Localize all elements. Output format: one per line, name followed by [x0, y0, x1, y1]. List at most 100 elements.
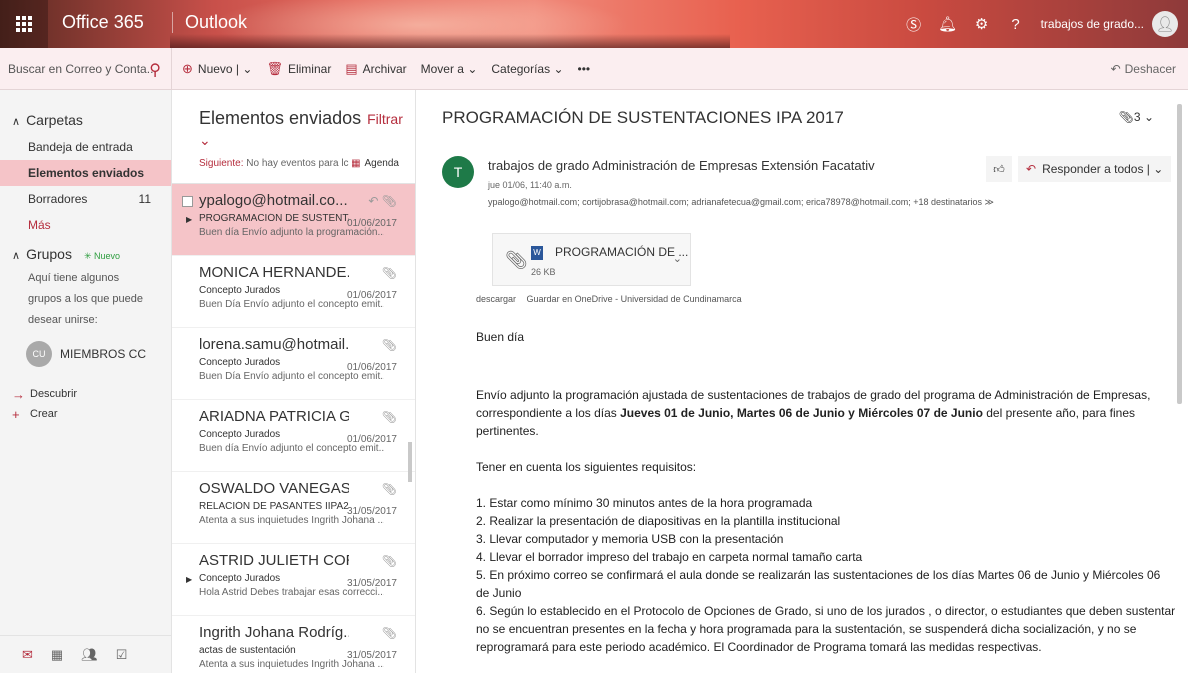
attachment-card[interactable]: 📎︎ W PROGRAMACIÓN DE ... 26 KB ⌄ — [492, 233, 691, 286]
folder-sent-items[interactable]: Elementos enviados — [0, 160, 171, 186]
search-input[interactable]: Buscar en Correo y Conta... ⚲ — [0, 48, 172, 90]
archive-button[interactable]: ▤ Archivar — [345, 61, 406, 77]
paperclip-icon: 📎︎ — [505, 250, 528, 270]
move-to-button[interactable]: Mover a ⌄ — [421, 62, 478, 76]
group-item[interactable]: CU MIEMBROS CC — [0, 331, 171, 367]
skype-icon[interactable]: Ⓢ — [897, 0, 931, 48]
reply-all-button[interactable]: ↶ Responder a todos | ⌄ — [1018, 156, 1172, 182]
delete-button[interactable]: 🗑︎ Eliminar — [266, 61, 331, 77]
more-button[interactable]: ••• — [578, 62, 591, 76]
undo-button[interactable]: ↶ Deshacer — [1111, 62, 1176, 76]
download-link[interactable]: descargar — [476, 294, 516, 304]
message-from: OSWALDO VANEGAS... — [199, 480, 349, 497]
chevron-down-icon: ⌄ — [1143, 110, 1154, 124]
list-item[interactable]: ▶ ypalogo@hotmail.co... ↶ 📎︎ PROGRAMACIÓ… — [172, 184, 415, 256]
calendar-icon[interactable]: ▦ — [51, 647, 63, 663]
message-date: 01/06/2017 — [346, 290, 397, 301]
message-subject: Concepto Jurados — [199, 357, 281, 368]
arrow-right-icon: → — [12, 386, 25, 402]
save-onedrive-link[interactable]: Guardar en OneDrive - Universidad de Cun… — [527, 294, 742, 304]
chevron-down-icon[interactable]: ⌄ — [1153, 162, 1163, 176]
message-date: 01/06/2017 — [346, 434, 397, 445]
categories-button[interactable]: Categorías ⌄ — [491, 62, 563, 76]
user-name[interactable]: trabajos de grado... — [1033, 17, 1152, 31]
module-switcher: ✉ ▦ 👥︎ ☑ — [0, 635, 172, 673]
attachment-count[interactable]: 📎︎3 ⌄ — [1119, 110, 1154, 124]
message-date: 31/05/2017 — [346, 578, 397, 589]
trash-icon: 🗑︎ — [266, 61, 283, 76]
sent-date: jue 01/06, 11:40 a.m. — [488, 180, 572, 190]
chevron-down-icon: ⌄ — [553, 62, 564, 76]
message-from: MONICA HERNANDE... — [199, 264, 349, 281]
mail-icon[interactable]: ✉ — [22, 647, 33, 663]
list-item: 1. Estar como mínimo 30 minutos antes de… — [476, 496, 813, 510]
sender-name[interactable]: trabajos de grado Administración de Empr… — [488, 158, 875, 173]
chevron-down-icon[interactable]: ⌄ — [242, 62, 252, 76]
plus-circle-icon: ⊕ — [182, 61, 193, 76]
reading-scrollbar[interactable] — [1177, 104, 1182, 404]
chevron-up-icon: ∧ — [12, 250, 21, 262]
next-label: Siguiente: — [199, 158, 244, 169]
attachment-name: PROGRAMACIÓN DE ... — [555, 245, 689, 259]
message-from: ARIADNA PATRICIA G... — [199, 408, 349, 425]
folder-drafts[interactable]: Borradores 11 — [0, 186, 171, 212]
list-scrollbar[interactable] — [408, 442, 412, 482]
list-item[interactable]: ARIADNA PATRICIA G... 📎︎ Concepto Jurado… — [172, 400, 415, 472]
reply-all-icon: ↶ — [1026, 162, 1037, 176]
attachment-size: 26 KB — [531, 267, 556, 277]
help-icon[interactable]: ? — [999, 0, 1033, 48]
calendar-icon: ▦ — [351, 158, 361, 169]
attachment-icon: 📎︎ — [381, 482, 397, 496]
like-button[interactable]: 👍︎ — [986, 156, 1012, 182]
expand-icon[interactable]: ▶ — [186, 575, 192, 584]
expand-icon[interactable]: ▶ — [186, 215, 192, 224]
app-launcher-button[interactable] — [0, 0, 48, 48]
list-item[interactable]: Ingrith Johana Rodríg... 📎︎ actas de sus… — [172, 616, 415, 673]
groups-description: Aquí tiene algunos grupos a los que pued… — [28, 272, 143, 326]
sender-avatar[interactable]: T — [442, 156, 474, 188]
header-shadow — [170, 34, 730, 48]
search-icon[interactable]: ⚲ — [149, 60, 161, 80]
list-item: 2. Realizar la presentación de diapositi… — [476, 514, 841, 528]
message-from: ypalogo@hotmail.co... — [199, 192, 348, 209]
folder-more[interactable]: Más — [0, 212, 171, 238]
requirements-list: 1. Estar como mínimo 30 minutos antes de… — [476, 494, 1176, 656]
message-date: 31/05/2017 — [346, 650, 397, 661]
tasks-icon[interactable]: ☑ — [116, 647, 128, 663]
message-from: ASTRID JULIETH COR... — [199, 552, 349, 569]
group-avatar: CU — [26, 341, 52, 367]
message-list: Elementos enviados Filtrar ⌄ Siguiente: N… — [172, 90, 416, 673]
reading-pane: PROGRAMACIÓN DE SUSTENTACIONES IPA 2017 … — [416, 90, 1188, 673]
list-item[interactable]: lorena.samu@hotmail... 📎︎ Concepto Jurad… — [172, 328, 415, 400]
list-item[interactable]: ▶ ASTRID JULIETH COR... 📎︎ Concepto Jura… — [172, 544, 415, 616]
list-item[interactable]: OSWALDO VANEGAS... 📎︎ RELACIÓN DE PASANT… — [172, 472, 415, 544]
avatar[interactable]: 👤︎ — [1152, 11, 1178, 37]
next-event: Siguiente: No hay eventos para lc ▦ Agenda — [172, 150, 415, 184]
folders-header[interactable]: ∧ Carpetas — [0, 90, 171, 128]
create-link[interactable]: + Crear — [0, 401, 171, 422]
list-item[interactable]: MONICA HERNANDE... 📎︎ Concepto Jurados 0… — [172, 256, 415, 328]
reply-attachment-icon: ↶ 📎︎ — [368, 194, 397, 208]
body-paragraph: Envío adjunto la programación ajustada d… — [476, 388, 1151, 438]
chevron-up-icon: ∧ — [12, 116, 21, 128]
new-button[interactable]: ⊕ Nuevo | ⌄ — [182, 61, 252, 77]
search-placeholder: Buscar en Correo y Conta... — [8, 62, 157, 76]
folder-inbox[interactable]: Bandeja de entrada — [0, 134, 171, 160]
attachment-icon: 📎︎ — [381, 554, 397, 568]
app-title[interactable]: Outlook — [172, 12, 247, 33]
message-subject: Concepto Jurados — [199, 285, 281, 296]
agenda-button[interactable]: ▦ Agenda — [351, 158, 399, 169]
message-date: 31/05/2017 — [346, 506, 397, 517]
discover-link[interactable]: → Descubrir — [0, 381, 171, 402]
groups-header[interactable]: ∧ Grupos ✳ Nuevo — [0, 238, 171, 262]
bell-icon[interactable]: 🔔︎ — [931, 0, 965, 48]
select-checkbox[interactable] — [182, 196, 193, 207]
people-icon[interactable]: 👥︎ — [81, 647, 98, 663]
chevron-down-icon[interactable]: ⌄ — [673, 252, 682, 265]
gear-icon[interactable]: ⚙ — [965, 0, 999, 48]
new-badge: ✳ Nuevo — [83, 251, 121, 261]
chevron-down-icon: ⌄ — [467, 62, 478, 76]
brand-title[interactable]: Office 365 — [62, 12, 144, 33]
recipients[interactable]: ypalogo@hotmail.com; cortijobrasa@hotmai… — [488, 197, 994, 208]
message-subject: PROGRAMACIÓN DE SUSTENTAC — [199, 213, 349, 224]
